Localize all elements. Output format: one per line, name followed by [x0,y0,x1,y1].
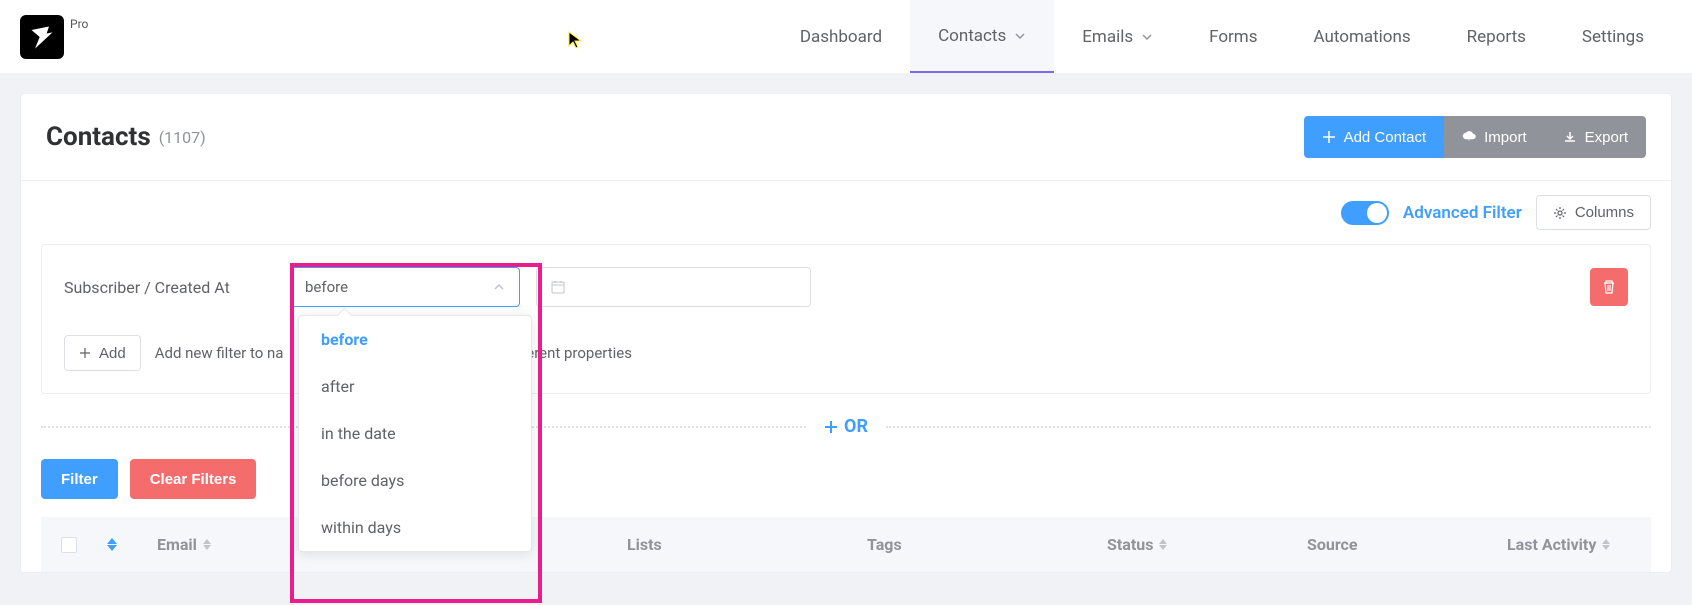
button-label: Add Contact [1344,129,1427,146]
dropdown-option-in-the-date[interactable]: in the date [299,410,531,457]
select-value: before [305,278,348,296]
advanced-filter-label: Advanced Filter [1403,203,1522,223]
trash-icon [1601,279,1617,295]
button-label: Export [1585,129,1628,146]
cloud-upload-icon [1462,130,1476,144]
header-actions: Add Contact Import Export [1304,116,1646,158]
date-input[interactable] [536,267,811,307]
chevron-down-icon [1141,31,1153,43]
plus-icon [824,420,838,434]
column-label: Tags [867,535,902,554]
column-status[interactable]: Status [1107,535,1307,554]
nav-label: Contacts [938,26,1006,46]
filter-panel: Subscriber / Created At before Add [41,244,1651,394]
button-label: Columns [1575,204,1634,221]
filter-actions: Filter Clear Filters [21,459,1671,517]
column-source[interactable]: Source [1307,535,1507,554]
select-all-checkbox[interactable] [61,537,77,553]
column-tags[interactable]: Tags [867,535,1107,554]
toolbar: Advanced Filter Columns [21,181,1671,244]
sort-control[interactable] [107,538,117,551]
nav-contacts[interactable]: Contacts [910,0,1054,73]
download-icon [1563,130,1577,144]
filter-row: Subscriber / Created At before [64,267,1628,307]
nav-automations[interactable]: Automations [1286,0,1439,73]
export-button[interactable]: Export [1545,116,1646,158]
nav-reports[interactable]: Reports [1439,0,1554,73]
nav-forms[interactable]: Forms [1181,0,1285,73]
sort-icon [1159,539,1167,550]
plus-icon [79,347,91,359]
add-filter-button[interactable]: Add [64,335,141,371]
columns-button[interactable]: Columns [1536,195,1651,230]
contacts-card: Contacts (1107) Add Contact Import Expor… [20,93,1672,573]
dropdown-option-within-days[interactable]: within days [299,504,531,551]
top-navigation: Pro Dashboard Contacts Emails Forms Auto… [0,0,1692,73]
button-label: Add [99,345,126,362]
or-divider: OR [41,416,1651,437]
nav-label: Emails [1082,27,1133,47]
nav-settings[interactable]: Settings [1554,0,1672,73]
filter-field-label: Subscriber / Created At [64,278,274,297]
nav-label: Reports [1467,27,1526,47]
operator-dropdown: before after in the date before days wit… [298,315,532,552]
import-button[interactable]: Import [1444,116,1545,158]
calendar-icon [551,280,565,294]
nav-dashboard[interactable]: Dashboard [772,0,910,73]
nav-emails[interactable]: Emails [1054,0,1181,73]
column-label: Email [157,535,197,554]
table-header: Email Lists Tags Status Source Last Acti… [41,517,1651,572]
sort-icon [203,539,211,550]
brand: Pro [20,15,88,59]
column-last-activity[interactable]: Last Activity [1507,535,1631,554]
plus-icon [1322,130,1336,144]
nav-label: Settings [1582,27,1644,47]
nav-label: Dashboard [800,27,882,47]
sort-icon [1602,539,1610,550]
column-label: Lists [627,535,662,554]
app-logo[interactable] [20,15,64,59]
delete-filter-button[interactable] [1590,268,1628,306]
gear-icon [1553,206,1567,220]
dropdown-option-before-days[interactable]: before days [299,457,531,504]
column-label: Status [1107,535,1153,554]
add-contact-button[interactable]: Add Contact [1304,116,1445,158]
or-label: OR [844,416,868,437]
column-label: Last Activity [1507,535,1596,554]
operator-select[interactable]: before [290,267,520,307]
nav-label: Automations [1314,27,1411,47]
column-label: Source [1307,535,1358,554]
chevron-down-icon [1014,30,1026,42]
nav-label: Forms [1209,27,1257,47]
pro-badge: Pro [70,17,88,31]
apply-filter-button[interactable]: Filter [41,459,118,499]
main-nav: Dashboard Contacts Emails Forms Automati… [772,0,1672,73]
card-header: Contacts (1107) Add Contact Import Expor… [21,94,1671,181]
contact-count: (1107) [159,128,206,147]
page-title: Contacts [46,122,151,152]
dropdown-option-before[interactable]: before [299,316,531,363]
add-or-condition-button[interactable]: OR [814,416,878,437]
button-label: Import [1484,129,1527,146]
column-lists[interactable]: Lists [627,535,867,554]
dropdown-option-after[interactable]: after [299,363,531,410]
page-body: Contacts (1107) Add Contact Import Expor… [0,73,1692,593]
logo-icon [28,23,56,51]
advanced-filter-toggle[interactable] [1341,201,1389,225]
clear-filters-button[interactable]: Clear Filters [130,459,257,499]
chevron-up-icon [493,281,505,293]
